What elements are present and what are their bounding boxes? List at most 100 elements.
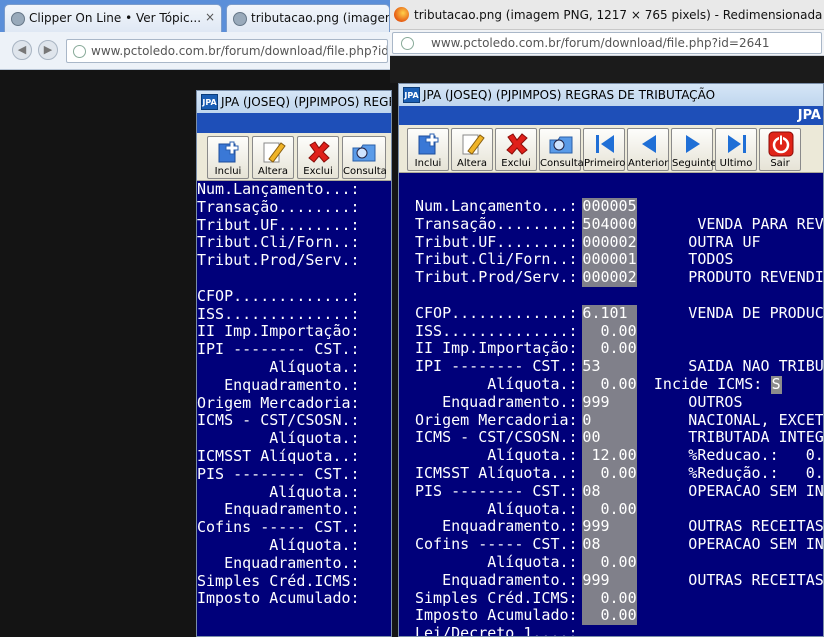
field-value[interactable]: 0.00 — [582, 322, 637, 341]
field-label: IPI -------- CST.: — [415, 357, 578, 376]
window-title: JPA (JOSEQ) (PJPIMPOS) REGRAS DE TRIBUTA… — [423, 88, 716, 102]
field-label: CFOP.............: — [197, 286, 360, 305]
browser-window-left: Clipper On Line • Ver Tópic... × tributa… — [0, 0, 390, 70]
globe-icon — [73, 45, 86, 58]
field-value[interactable]: 999 — [582, 518, 637, 537]
field-description: OUTRAS RECEITAS — [688, 570, 824, 589]
field-label: Tribut.Prod/Serv.: — [415, 268, 578, 287]
field-description: OPERACAO SEM INC — [688, 535, 824, 554]
field-label: Imposto Acumulado: — [415, 606, 578, 625]
edit-icon — [263, 142, 286, 163]
field-value[interactable]: 0.00 — [582, 340, 637, 359]
field-label: Num.Lançamento...: — [415, 197, 578, 215]
first-icon — [596, 135, 614, 153]
include-button[interactable]: Inclui — [407, 128, 449, 171]
field-label: IPI -------- CST.: — [197, 340, 360, 359]
field-value[interactable]: 53 — [582, 357, 637, 376]
field-label: Alíquota.: — [197, 536, 360, 554]
field-label: Enquadramento.: — [197, 500, 360, 519]
field-label: Origem Mercadoria: — [415, 410, 578, 429]
incide-icms-label: Incide ICMS: — [653, 375, 763, 393]
edit-button[interactable]: Altera — [252, 136, 294, 179]
field-value[interactable]: 000002 — [582, 233, 637, 252]
search-folder-icon — [549, 136, 573, 154]
incide-icms-field[interactable]: S — [770, 375, 782, 394]
power-icon — [768, 131, 794, 157]
tab-clipper[interactable]: Clipper On Line • Ver Tópic... × — [4, 4, 222, 32]
delete-icon — [308, 141, 330, 163]
field-label: Cofins ----- CST.: — [197, 518, 360, 537]
field-description: OUTROS — [688, 392, 743, 411]
field-label: Transação........: — [197, 197, 360, 216]
field-label: Enquadramento.: — [415, 517, 578, 536]
field-value[interactable]: 12.00 — [582, 446, 637, 465]
globe-icon — [401, 37, 414, 50]
field-value[interactable]: 08 — [582, 535, 637, 554]
field-value[interactable]: 0.00 — [582, 375, 637, 394]
address-bar[interactable]: www.pctoledo.com.br/forum/download/file.… — [66, 39, 388, 63]
field-value[interactable]: 504000 — [582, 215, 637, 234]
field-label: ICMS - CST/CSOSN.: — [197, 411, 360, 430]
button-label: Sair — [770, 158, 790, 169]
app-window-back: JPA JPA (JOSEQ) (PJPIMPOS) REGR Inclui A… — [196, 90, 392, 637]
field-value[interactable]: 0.00 — [582, 607, 637, 626]
field-value[interactable]: 0 — [582, 411, 637, 430]
delete-button[interactable]: Exclui — [495, 128, 537, 171]
field-description: OPERACAO SEM INC — [688, 481, 824, 500]
field-value[interactable]: 6.101 — [582, 304, 637, 323]
field-description: TRIBUTADA INTEGR — [688, 428, 824, 447]
previous-button[interactable]: Anterior — [627, 128, 669, 171]
first-button[interactable]: Primeiro — [583, 128, 625, 171]
back-icon[interactable]: ◀ — [12, 40, 32, 60]
field-label: Enquadramento.: — [415, 392, 578, 411]
field-value[interactable]: 0.00 — [582, 589, 637, 608]
field-value[interactable]: 000002 — [582, 268, 637, 287]
previous-icon — [642, 135, 656, 153]
field-label: PIS -------- CST.: — [415, 481, 578, 500]
field-label: II Imp.Importação: — [415, 339, 578, 358]
toolbar: Inclui Altera Exclui Consulta Primeiro A… — [399, 125, 823, 173]
tab-tributacao[interactable]: tributacao.png (imagem PNG — [226, 4, 390, 32]
edit-button[interactable]: Altera — [451, 128, 493, 171]
forward-icon[interactable]: ▶ — [38, 40, 58, 60]
window-title-bar: JPA JPA (JOSEQ) (PJPIMPOS) REGR — [197, 91, 391, 113]
field-value[interactable]: 000001 — [582, 251, 637, 270]
field-value[interactable]: 00 — [582, 429, 637, 448]
field-label: Enquadramento.: — [197, 375, 360, 394]
button-label: Altera — [258, 166, 288, 177]
delete-icon — [506, 133, 528, 155]
form-console: Num.Lançamento...: Transação........: Trib… — [197, 180, 391, 636]
field-description: SAIDA NAO TRIBUT — [688, 357, 824, 376]
field-label: ISS..............: — [415, 321, 578, 340]
search-button[interactable]: Consulta — [342, 136, 387, 179]
address-text: www.pctoledo.com.br/forum/download/file.… — [91, 44, 387, 58]
firefox-icon — [394, 7, 409, 22]
delete-button[interactable]: Exclui — [297, 136, 339, 179]
field-label: Alíquota.: — [197, 429, 360, 448]
search-button[interactable]: Consulta — [539, 128, 584, 171]
last-icon — [728, 135, 746, 153]
field-label: Simples Créd.ICMS: — [197, 571, 360, 590]
field-description: OUTRAS RECEITAS — [688, 517, 824, 536]
last-button[interactable]: Ultimo — [715, 128, 757, 171]
field-value[interactable]: 0.00 — [582, 464, 637, 483]
field-label: Transação........: — [415, 214, 578, 233]
include-button[interactable]: Inclui — [207, 136, 249, 179]
field-value[interactable]: 08 — [582, 482, 637, 501]
field-value[interactable]: 999 — [582, 393, 637, 412]
exit-button[interactable]: Sair — [759, 128, 801, 171]
field-value[interactable]: 0.00 — [582, 553, 637, 572]
address-bar[interactable]: www.pctoledo.com.br/forum/download/file.… — [392, 32, 822, 54]
field-description: PRODUTO REVENDID — [688, 268, 824, 287]
page-background — [390, 56, 824, 83]
field-label: Origem Mercadoria: — [197, 393, 360, 412]
field-label: Tribut.UF........: — [415, 232, 578, 251]
next-button[interactable]: Seguinte — [671, 128, 716, 171]
window-title-bar: JPA JPA (JOSEQ) (PJPIMPOS) REGRAS DE TRI… — [399, 84, 823, 106]
field-value[interactable]: 000005 — [582, 197, 637, 216]
app-header — [197, 113, 391, 133]
field-value[interactable]: 999 — [582, 571, 637, 590]
close-icon[interactable]: × — [205, 10, 215, 24]
field-value[interactable]: 0.00 — [582, 500, 637, 519]
field-description: NACIONAL, EXCETO — [688, 410, 824, 429]
